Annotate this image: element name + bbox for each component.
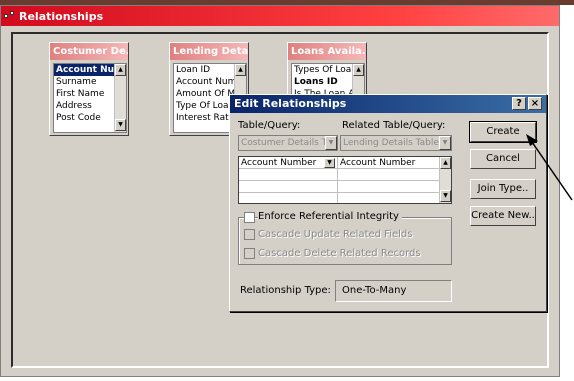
table-query-label: Table/Query: bbox=[238, 120, 301, 131]
scrollbar[interactable]: ▲ ▼ bbox=[114, 64, 126, 132]
close-button[interactable]: × bbox=[528, 97, 542, 110]
enforce-integrity-checkbox[interactable] bbox=[244, 212, 255, 223]
field-item[interactable]: Surname bbox=[54, 76, 116, 88]
scrollbar[interactable]: ▲ ▼ bbox=[439, 157, 451, 203]
field-item[interactable]: Amount Of Mc bbox=[174, 88, 236, 100]
relationship-type-label: Relationship Type: bbox=[240, 285, 331, 296]
scroll-up-icon[interactable]: ▲ bbox=[353, 64, 364, 76]
table-title[interactable]: Lending Detai... bbox=[170, 43, 248, 60]
dropdown-icon: ▼ bbox=[439, 136, 451, 150]
table-query-combo: Costumer Details Ta ▼ bbox=[238, 135, 338, 151]
field-item[interactable]: Account Numl bbox=[54, 64, 116, 76]
table-title[interactable]: Costumer De... bbox=[50, 43, 128, 60]
field-item[interactable]: Interest Rate bbox=[174, 112, 236, 124]
field-mapping-grid[interactable]: Account Number ▼ Account Number ▲ ▼ bbox=[238, 156, 452, 204]
related-table-combo: Lending Details Table ▼ bbox=[340, 135, 452, 151]
cascade-delete-label: Cascade Delete Related Records bbox=[258, 248, 421, 259]
create-new-button[interactable]: Create New.. bbox=[470, 206, 536, 226]
window-title: Relationships bbox=[19, 9, 104, 23]
edit-relationships-dialog: Edit Relationships ? × Table/Query: Rela… bbox=[229, 94, 547, 312]
title-bar: Relationships bbox=[1, 6, 559, 26]
field-item[interactable]: Loan ID bbox=[174, 64, 236, 76]
table-row[interactable] bbox=[239, 169, 439, 181]
field-item[interactable]: First Name bbox=[54, 88, 116, 100]
table-costumer-details[interactable]: Costumer De... Account Numl Surname Firs… bbox=[49, 42, 129, 136]
cascade-delete-checkbox bbox=[244, 248, 255, 259]
dropdown-icon[interactable]: ▼ bbox=[324, 158, 335, 168]
column-divider bbox=[337, 157, 338, 203]
scroll-down-icon[interactable]: ▼ bbox=[115, 119, 126, 131]
dialog-title-bar: Edit Relationships ? × bbox=[230, 95, 546, 113]
combo-value: Lending Details Table bbox=[343, 138, 439, 148]
field-list[interactable]: Account Numl Surname First Name Address … bbox=[53, 63, 127, 133]
field-item[interactable]: Types Of Loar bbox=[292, 64, 354, 76]
relationships-icon bbox=[4, 11, 16, 21]
right-field-cell[interactable]: Account Number bbox=[338, 157, 438, 169]
related-table-label: Related Table/Query: bbox=[342, 120, 446, 131]
table-row[interactable]: Account Number ▼ Account Number bbox=[239, 157, 439, 169]
combo-value: Costumer Details Ta bbox=[241, 138, 332, 148]
cascade-update-label: Cascade Update Related Fields bbox=[258, 229, 413, 240]
field-item[interactable]: Post Code bbox=[54, 112, 116, 124]
field-item[interactable]: Type Of Loan bbox=[174, 100, 236, 112]
annotation-arrow-icon bbox=[526, 134, 573, 201]
scroll-up-icon[interactable]: ▲ bbox=[235, 64, 246, 76]
scroll-up-icon[interactable]: ▲ bbox=[115, 64, 126, 76]
dropdown-icon: ▼ bbox=[325, 136, 337, 150]
relationship-type-value: One-To-Many bbox=[335, 280, 452, 302]
enforce-integrity-label[interactable]: Enforce Referential Integrity bbox=[258, 211, 402, 222]
cascade-update-checkbox bbox=[244, 229, 255, 240]
help-button[interactable]: ? bbox=[512, 97, 526, 110]
scroll-down-icon[interactable]: ▼ bbox=[440, 190, 451, 202]
table-title[interactable]: Loans Availa... bbox=[288, 43, 366, 60]
field-item[interactable]: Loans ID bbox=[292, 76, 354, 88]
field-item[interactable]: Address bbox=[54, 100, 116, 112]
table-row[interactable] bbox=[239, 181, 439, 193]
field-item[interactable]: Account Numb bbox=[174, 76, 236, 88]
scroll-up-icon[interactable]: ▲ bbox=[440, 157, 451, 169]
dialog-title: Edit Relationships bbox=[234, 97, 347, 110]
left-field-cell[interactable]: Account Number bbox=[239, 157, 323, 169]
